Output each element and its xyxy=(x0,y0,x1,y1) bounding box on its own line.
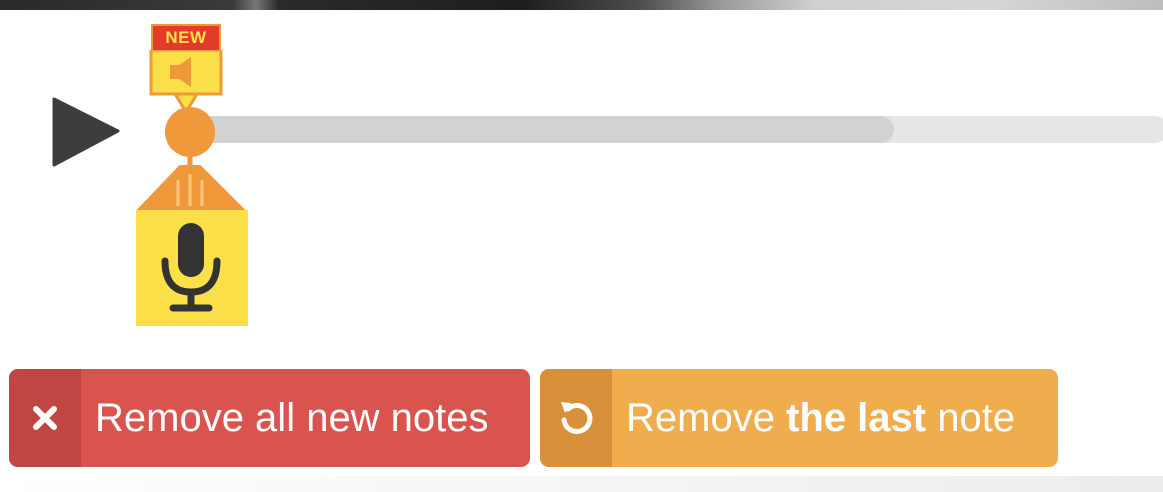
audio-note-editor: NEW Remove all new notes Remove the last… xyxy=(0,0,1163,492)
timeline-progress xyxy=(188,116,894,143)
play-button[interactable] xyxy=(50,97,122,169)
play-icon xyxy=(52,97,120,167)
remove-last-label: Remove the last note xyxy=(612,369,1058,467)
remove-last-label-prefix: Remove xyxy=(626,395,787,440)
remove-all-label: Remove all new notes xyxy=(95,395,489,440)
remove-last-label-suffix: note xyxy=(926,395,1016,440)
remove-last-label-bold: the last xyxy=(786,395,927,440)
undo-icon xyxy=(540,369,612,467)
record-note-marker[interactable] xyxy=(132,150,252,330)
remove-last-note-button[interactable]: Remove the last note xyxy=(540,369,1058,467)
top-divider xyxy=(0,0,1163,10)
record-note-body xyxy=(136,152,248,326)
bottom-shadow xyxy=(0,476,1163,492)
new-badge: NEW xyxy=(151,24,221,52)
timeline-track[interactable] xyxy=(188,116,1163,143)
close-icon xyxy=(9,369,81,467)
remove-all-new-notes-button[interactable]: Remove all new notes xyxy=(9,369,530,467)
